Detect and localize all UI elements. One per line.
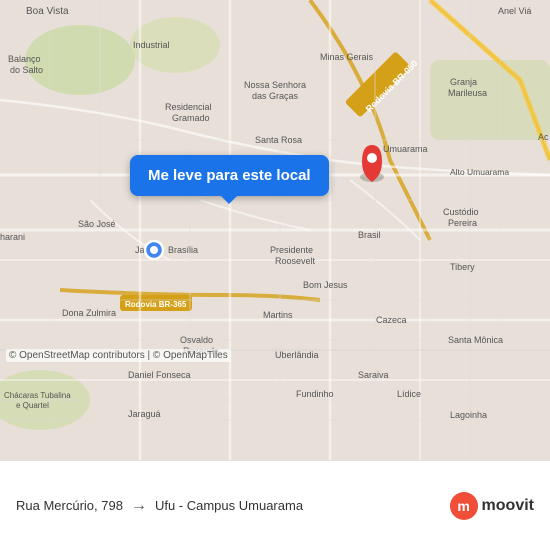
origin-label: Rua Mercúrio, 798 [16, 498, 123, 513]
moovit-icon: m [450, 492, 478, 520]
navigate-tooltip[interactable]: Me leve para este local [130, 155, 329, 196]
svg-text:Jaraguá: Jaraguá [128, 409, 161, 419]
svg-text:Custódio: Custódio [443, 207, 479, 217]
svg-text:Lagoinha: Lagoinha [450, 410, 487, 420]
arrow-icon: → [131, 497, 147, 515]
svg-text:Bom Jesus: Bom Jesus [303, 280, 348, 290]
svg-text:Granja: Granja [450, 77, 477, 87]
svg-text:harani: harani [0, 232, 25, 242]
svg-text:Daniel Fonseca: Daniel Fonseca [128, 370, 191, 380]
svg-text:Nossa Senhora: Nossa Senhora [244, 80, 306, 90]
svg-text:e Quartel: e Quartel [16, 401, 49, 410]
svg-text:Santa Mônica: Santa Mônica [448, 335, 503, 345]
svg-text:do Salto: do Salto [10, 65, 43, 75]
svg-text:Lídice: Lídice [397, 389, 421, 399]
svg-text:Martins: Martins [263, 310, 293, 320]
svg-text:Brasil: Brasil [358, 230, 381, 240]
svg-text:Pereira: Pereira [448, 218, 477, 228]
svg-text:Cazeca: Cazeca [376, 315, 407, 325]
svg-text:Residencial: Residencial [165, 102, 212, 112]
svg-text:Fundinho: Fundinho [296, 389, 334, 399]
svg-text:São José: São José [78, 219, 116, 229]
svg-text:das Graças: das Graças [252, 91, 299, 101]
map-copyright: © OpenStreetMap contributors | © OpenMap… [6, 349, 231, 362]
svg-text:Rodovia BR-365: Rodovia BR-365 [125, 300, 187, 309]
svg-text:Marileusa: Marileusa [448, 88, 487, 98]
map-container: Rodovia BR-050 Rodovia BR-365 [0, 0, 550, 460]
bottom-bar: Rua Mercúrio, 798 → Ufu - Campus Umuaram… [0, 460, 550, 550]
svg-text:Alto Umuarama: Alto Umuarama [450, 167, 509, 177]
destination-label: Ufu - Campus Umuarama [155, 498, 303, 513]
svg-text:Uberlândia: Uberlândia [275, 350, 319, 360]
svg-text:Brasília: Brasília [168, 245, 198, 255]
map-svg: Rodovia BR-050 Rodovia BR-365 [0, 0, 550, 460]
svg-text:Santa Rosa: Santa Rosa [255, 135, 302, 145]
route-info: Rua Mercúrio, 798 → Ufu - Campus Umuaram… [16, 497, 440, 515]
svg-text:Balanço: Balanço [8, 54, 41, 64]
svg-text:Roosevelt: Roosevelt [275, 256, 316, 266]
svg-text:Industrial: Industrial [133, 40, 170, 50]
svg-text:Dona Zulmira: Dona Zulmira [62, 308, 116, 318]
svg-text:Chácaras Tubalina: Chácaras Tubalina [4, 391, 71, 400]
svg-text:Minas Gerais: Minas Gerais [320, 52, 374, 62]
svg-text:Umuarama: Umuarama [383, 144, 428, 154]
svg-text:Tibery: Tibery [450, 262, 475, 272]
svg-text:Gramado: Gramado [172, 113, 210, 123]
svg-text:Boa Vista: Boa Vista [26, 6, 69, 17]
svg-text:Ac: Ac [538, 132, 549, 142]
moovit-brand-text: moovit [482, 497, 534, 515]
svg-text:Osvaldo: Osvaldo [180, 335, 213, 345]
svg-text:Presidente: Presidente [270, 245, 313, 255]
svg-text:Anel Viá: Anel Viá [498, 6, 531, 16]
moovit-logo: m moovit [450, 492, 534, 520]
svg-text:Saraiva: Saraiva [358, 370, 389, 380]
